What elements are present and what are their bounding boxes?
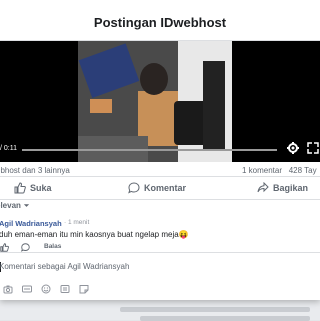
reactions-summary[interactable]: ebhost dan 3 lainnya <box>0 166 70 175</box>
modal-header: Postingan IDwebhost <box>0 0 320 41</box>
sort-label: elevan <box>0 201 21 210</box>
video-time: / 0:11 <box>0 145 17 152</box>
modal-title: Postingan IDwebhost <box>93 15 227 30</box>
view-count: 428 Tay <box>288 166 317 175</box>
share-label: Bagikan <box>273 183 309 193</box>
background-text-line <box>140 316 310 321</box>
comments-views-count: 1 komentar 428 Tay <box>242 166 317 175</box>
comment-button[interactable]: Komentar <box>128 180 186 196</box>
camera-icon[interactable] <box>3 284 13 294</box>
chevron-down-icon <box>23 204 30 207</box>
reply-link[interactable]: Balas <box>44 243 61 250</box>
sticker-icon[interactable] <box>60 284 70 294</box>
share-button[interactable]: Bagikan <box>257 180 308 196</box>
post-actions: Suka Komentar Bagikan <box>0 176 320 200</box>
comment-reactions <box>0 242 42 252</box>
share-icon <box>257 182 269 193</box>
gif-icon[interactable] <box>22 284 32 294</box>
sticker-icon[interactable] <box>79 284 89 294</box>
background-text-line <box>120 307 310 312</box>
like-icon[interactable] <box>0 242 9 252</box>
fullscreen-icon[interactable] <box>307 142 319 154</box>
divider <box>0 252 320 253</box>
comment-time[interactable]: · 1 menit <box>64 219 89 226</box>
like-icon <box>14 182 26 194</box>
settings-icon[interactable] <box>287 142 299 154</box>
video-controls: / 0:11 <box>0 138 320 162</box>
post-modal: Postingan IDwebhost / 0:11 ebhost dan 3 … <box>0 0 320 300</box>
comment-input[interactable]: Komentari sebagai Agil Wadriansyah <box>0 262 129 271</box>
emoji-icon[interactable] <box>41 284 51 294</box>
comment-icon <box>128 182 140 194</box>
comment-sort-dropdown[interactable]: elevan <box>0 201 30 210</box>
composer-tools <box>3 284 89 294</box>
comment-text: duh eman-eman itu min kaosnya buat ngela… <box>0 230 189 239</box>
comment-icon[interactable] <box>21 242 30 252</box>
like-button[interactable]: Suka <box>14 180 52 196</box>
comment-count[interactable]: 1 komentar <box>242 166 282 175</box>
like-label: Suka <box>30 183 52 193</box>
comment-author[interactable]: Agil Wadriansyah <box>0 219 62 228</box>
video-progress-bar[interactable] <box>22 149 277 151</box>
comment-label: Komentar <box>144 183 187 193</box>
